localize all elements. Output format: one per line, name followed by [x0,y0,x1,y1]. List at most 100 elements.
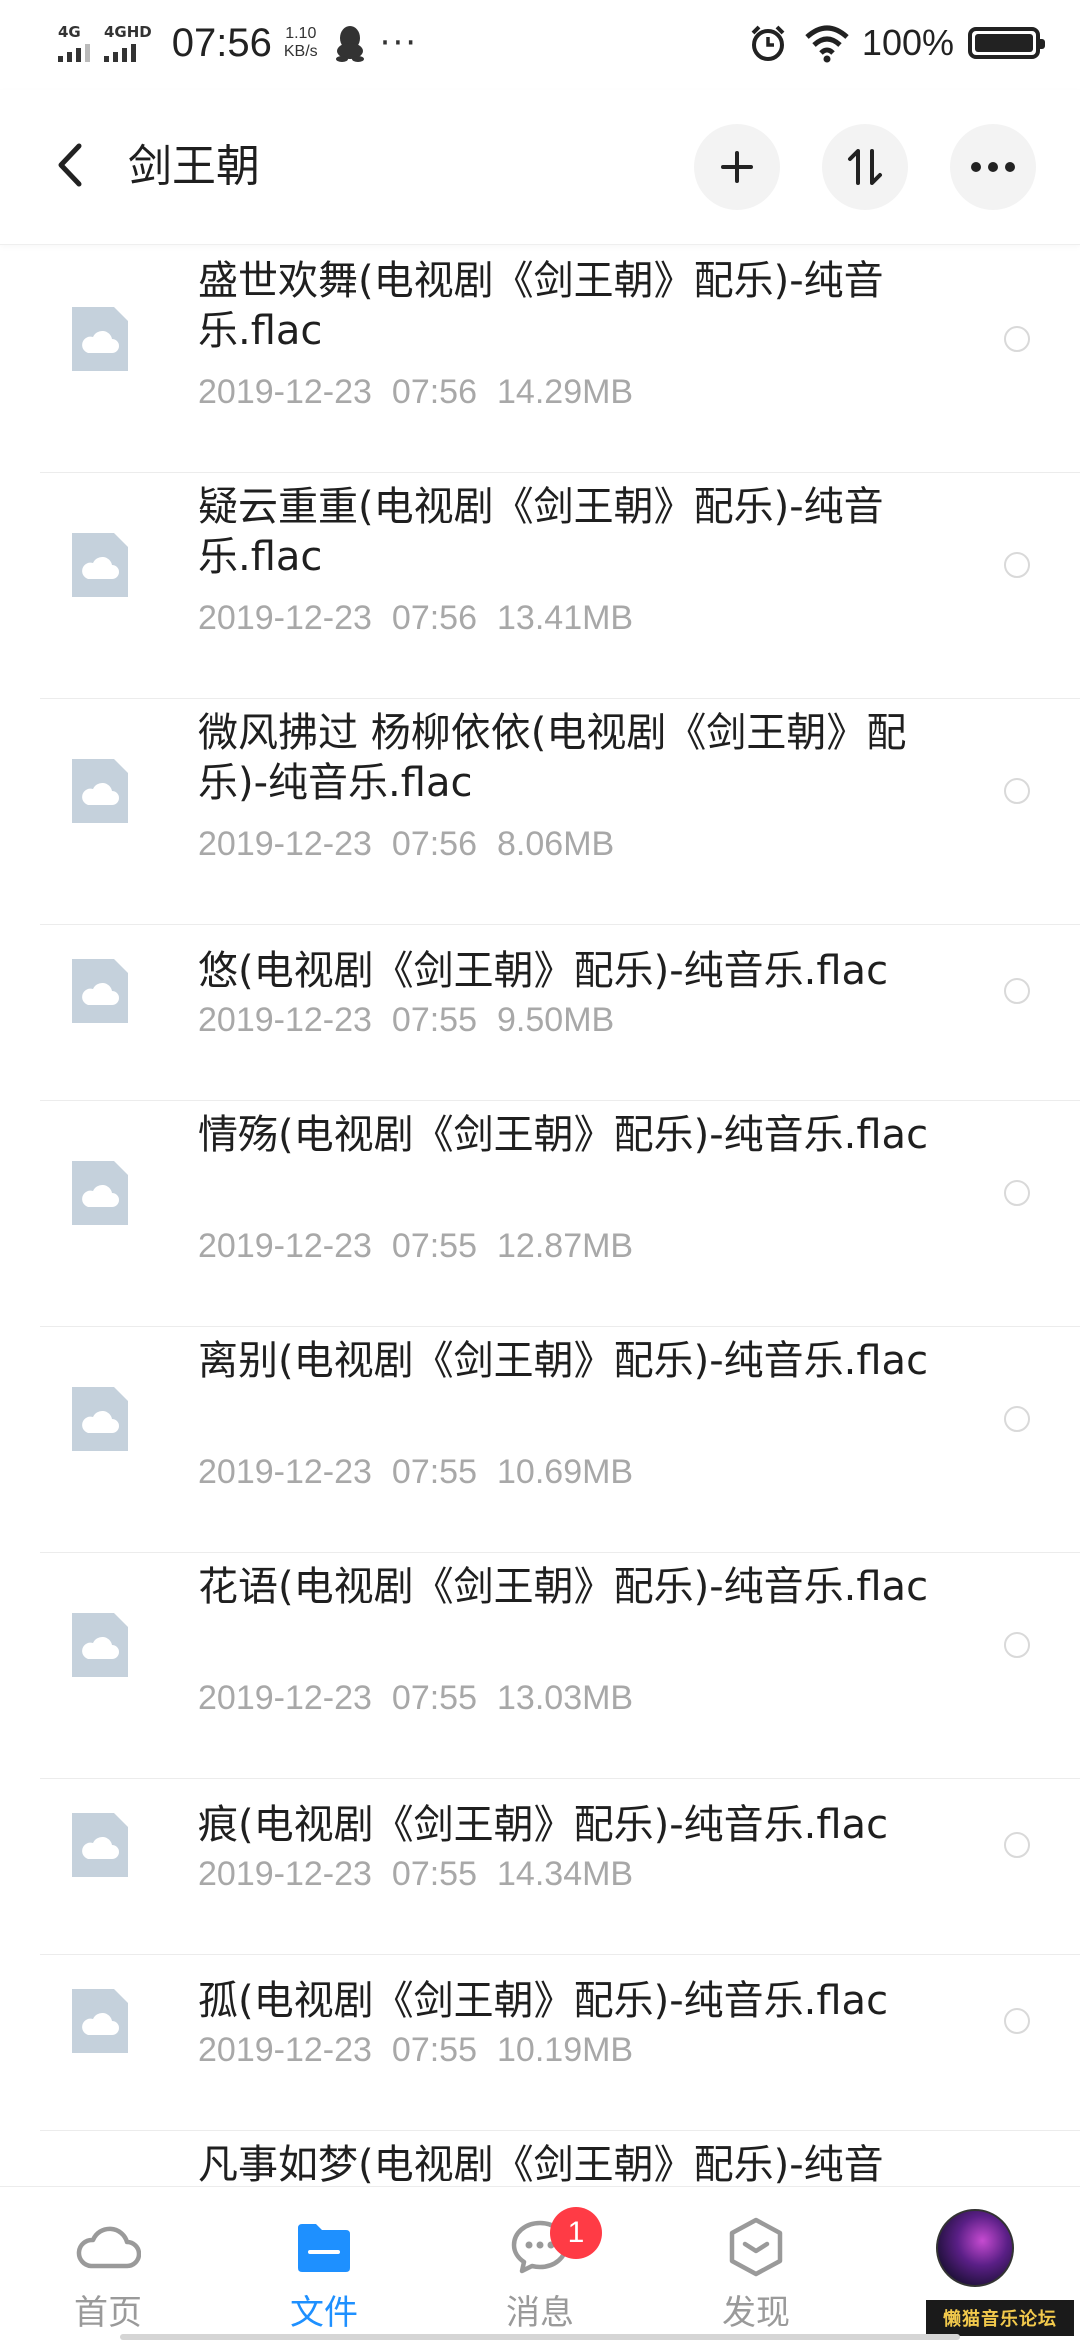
battery-percent: 100% [861,22,954,63]
file-name: 凡事如梦(电视剧《剑王朝》配乐)-纯音乐.flac [198,2142,884,2186]
file-date: 2019-12-23 [198,1001,372,1039]
file-time: 07:56 [391,373,478,411]
file-size: 9.50MB [497,1001,615,1039]
file-meta: 2019-12-23 07:55 13.03MB [198,1676,653,1720]
file-name: 盛世欢舞(电视剧《剑王朝》配乐)-纯音乐.flac [198,258,884,354]
file-meta: 2019-12-23 07:55 10.69MB [198,1450,653,1494]
bottom-nav: 首页 文件 消息 1 发现 懒猫音乐论坛 [0,2186,1080,2340]
folder-icon [289,2215,359,2279]
file-thumbnail-icon [72,959,128,1023]
discover-icon [721,2215,791,2279]
list-item[interactable]: 离别(电视剧《剑王朝》配乐)-纯音乐.flac 2019-12-23 07:55 10… [0,1326,1080,1553]
clock: 07:56 [171,20,272,65]
select-checkbox[interactable] [1004,978,1030,1004]
file-thumbnail-icon [72,533,128,597]
file-date: 2019-12-23 [198,1227,372,1265]
network-speed: 1.10 KB/s [284,25,318,61]
chevron-left-icon [58,143,82,187]
file-date: 2019-12-23 [198,825,372,863]
file-size: 14.34MB [497,1855,634,1893]
select-checkbox[interactable] [1004,552,1030,578]
file-meta: 2019-12-23 07:56 13.41MB [198,596,653,640]
messages-badge: 1 [550,2207,602,2259]
file-size: 10.69MB [497,1453,634,1491]
file-time: 07:55 [391,1679,478,1717]
list-item[interactable]: 凡事如梦(电视剧《剑王朝》配乐)-纯音乐.flac [0,2130,1080,2186]
select-checkbox[interactable] [1004,1832,1030,1858]
file-size: 12.87MB [497,1227,634,1265]
list-item[interactable]: 疑云重重(电视剧《剑王朝》配乐)-纯音乐.flac 2019-12-23 07:56… [0,472,1080,699]
file-thumbnail-icon [72,1613,128,1677]
file-meta: 2019-12-23 07:56 14.29MB [198,370,653,414]
more-button[interactable] [950,124,1036,210]
select-checkbox[interactable] [1004,1632,1030,1658]
watermark: 懒猫音乐论坛 [926,2300,1074,2336]
plus-icon [721,151,753,183]
file-date: 2019-12-23 [198,2031,372,2069]
sort-icon [848,149,882,185]
sort-button[interactable] [822,124,908,210]
select-checkbox[interactable] [1004,778,1030,804]
status-right: 100% [748,20,1045,66]
select-checkbox[interactable] [1004,1406,1030,1432]
file-thumbnail-icon [72,759,128,823]
list-item[interactable]: 花语(电视剧《剑王朝》配乐)-纯音乐.flac 2019-12-23 07:55 13… [0,1552,1080,1779]
file-name: 花语(电视剧《剑王朝》配乐)-纯音乐.flac [198,1564,929,1610]
file-meta: 2019-12-23 07:56 8.06MB [198,822,634,866]
home-indicator[interactable] [120,2334,960,2340]
network-type-1: 4G [58,23,81,41]
nav-discover-label: 发现 [722,2293,790,2333]
nav-files-label: 文件 [290,2293,358,2333]
battery-icon [968,27,1045,59]
signal-icon: 4GHD [104,24,152,62]
qq-icon [335,26,364,62]
wifi-icon [805,25,849,63]
nav-discover[interactable]: 发现 [676,2187,836,2340]
more-notifications-icon: ··· [379,23,419,63]
nav-files[interactable]: 文件 [244,2187,404,2340]
file-list: 盛世欢舞(电视剧《剑王朝》配乐)-纯音乐.flac 2019-12-23 07:56… [0,246,1080,2186]
select-checkbox[interactable] [1004,2008,1030,2034]
nav-home[interactable]: 首页 [28,2187,188,2340]
file-time: 07:55 [391,1855,478,1893]
file-name: 疑云重重(电视剧《剑王朝》配乐)-纯音乐.flac [198,484,884,580]
file-name: 孤(电视剧《剑王朝》配乐)-纯音乐.flac [198,1978,889,2024]
speed-value: 1.10 [285,25,317,42]
file-time: 07:55 [391,1453,478,1491]
file-date: 2019-12-23 [198,599,372,637]
add-button[interactable] [694,124,780,210]
nav-messages[interactable]: 消息 1 [460,2187,620,2340]
list-item[interactable]: 孤(电视剧《剑王朝》配乐)-纯音乐.flac 2019-12-23 07:55 10.… [0,1954,1080,2131]
select-checkbox[interactable] [1004,1180,1030,1206]
more-icon [971,162,1015,172]
list-item[interactable]: 痕(电视剧《剑王朝》配乐)-纯音乐.flac 2019-12-23 07:55 14.… [0,1778,1080,1955]
list-item[interactable]: 悠(电视剧《剑王朝》配乐)-纯音乐.flac 2019-12-23 07:55 9.5… [0,924,1080,1101]
nav-messages-label: 消息 [506,2293,574,2333]
file-time: 07:55 [391,2031,478,2069]
file-name: 痕(电视剧《剑王朝》配乐)-纯音乐.flac [198,1802,889,1848]
file-name: 悠(电视剧《剑王朝》配乐)-纯音乐.flac [198,948,889,994]
list-item[interactable]: 盛世欢舞(电视剧《剑王朝》配乐)-纯音乐.flac 2019-12-23 07:56… [0,246,1080,473]
file-time: 07:56 [391,825,478,863]
file-size: 10.19MB [497,2031,634,2069]
back-button[interactable] [44,135,94,195]
file-name: 离别(电视剧《剑王朝》配乐)-纯音乐.flac [198,1338,929,1384]
signal-icon: 4G [58,24,90,62]
avatar[interactable] [936,2209,1014,2287]
nav-home-label: 首页 [74,2293,142,2333]
file-meta: 2019-12-23 07:55 14.34MB [198,1852,653,1896]
status-left: 4G 4GHD 07:56 1.10 KB/s ··· [58,18,418,68]
file-time: 07:55 [391,1001,478,1039]
file-date: 2019-12-23 [198,1453,372,1491]
list-item[interactable]: 微风拂过 杨柳依依(电视剧《剑王朝》配乐)-纯音乐.flac 2019-12-23… [0,698,1080,925]
file-size: 8.06MB [497,825,615,863]
network-type-2: 4GHD [104,23,152,41]
page-title: 剑王朝 [128,141,260,192]
alarm-icon [751,25,785,61]
file-date: 2019-12-23 [198,1679,372,1717]
list-item[interactable]: 情殇(电视剧《剑王朝》配乐)-纯音乐.flac 2019-12-23 07:55 12… [0,1100,1080,1327]
file-size: 13.03MB [497,1679,634,1717]
file-thumbnail-icon [72,1387,128,1451]
select-checkbox[interactable] [1004,326,1030,352]
file-thumbnail-icon [72,1813,128,1877]
